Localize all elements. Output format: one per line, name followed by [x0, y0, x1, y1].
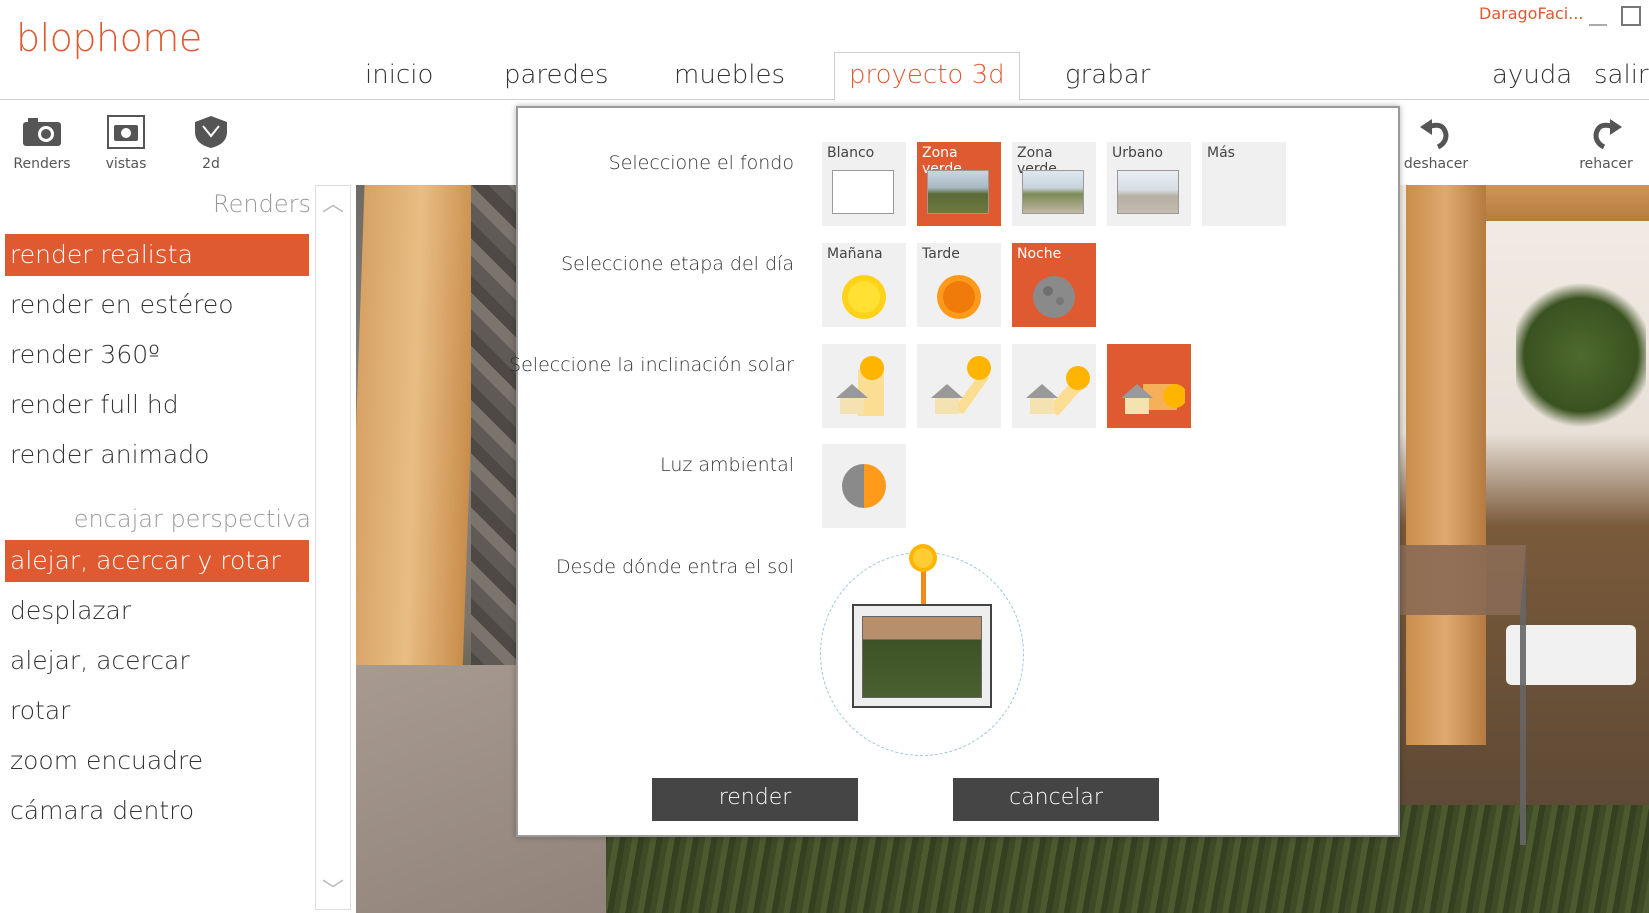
- tab-paredes[interactable]: paredes: [504, 60, 609, 90]
- cancel-button[interactable]: cancelar: [953, 778, 1159, 821]
- house-sun-mid-icon: [931, 356, 991, 414]
- undo-button[interactable]: deshacer: [1396, 112, 1476, 172]
- fondo-label: Seleccione el fondo: [608, 152, 794, 174]
- half-moon-half-sun-icon: [842, 464, 886, 508]
- luz-ambiental-label: Luz ambiental: [660, 454, 794, 476]
- maximize-button[interactable]: [1621, 6, 1641, 26]
- fondo-option-zona-verde-1[interactable]: Zona verde: [917, 142, 1001, 226]
- list-item[interactable]: render en estéreo: [0, 284, 315, 334]
- etapa-option-manana[interactable]: Mañana: [822, 243, 906, 327]
- green-zone-path-thumb: [1022, 170, 1084, 214]
- camera-icon: [2, 112, 82, 152]
- sun-handle-icon[interactable]: [907, 542, 939, 574]
- 2d-button[interactable]: 2d: [171, 112, 251, 172]
- plan-thumbnail: [862, 616, 982, 698]
- minimize-button[interactable]: [1589, 12, 1607, 26]
- wooden-door: [356, 185, 480, 675]
- list-item[interactable]: cámara dentro: [0, 790, 315, 840]
- tab-salir[interactable]: salir: [1594, 60, 1649, 90]
- house-sun-low-icon: [1026, 366, 1090, 416]
- green-zone-thumb: [927, 170, 989, 214]
- chevron-up-icon[interactable]: ︿: [322, 186, 344, 218]
- house-sun-high-icon: [836, 356, 884, 416]
- list-item[interactable]: render 360º: [0, 334, 315, 384]
- plant: [1516, 275, 1646, 435]
- list-item[interactable]: desplazar: [0, 590, 315, 640]
- renders-list: render realista render en estéreo render…: [0, 234, 315, 484]
- vistas-button[interactable]: vistas: [86, 112, 166, 172]
- chevron-down-icon[interactable]: ﹀: [322, 873, 344, 905]
- perspective-section-title: encajar perspectiva: [73, 505, 311, 533]
- render-button[interactable]: render: [652, 778, 858, 821]
- undo-icon: [1396, 112, 1476, 152]
- fondo-option-zona-verde-2[interactable]: Zona verde: [1012, 142, 1096, 226]
- moon-icon: [1033, 276, 1075, 318]
- house-plan-preview: [852, 604, 992, 708]
- photo-camera-icon: [86, 112, 166, 152]
- fondo-option-urbano[interactable]: Urbano: [1107, 142, 1191, 226]
- inclinacion-option-3[interactable]: [1012, 344, 1096, 428]
- etapa-option-noche[interactable]: Noche: [1012, 243, 1096, 327]
- inclinacion-option-4[interactable]: [1107, 344, 1191, 428]
- list-item[interactable]: zoom encuadre: [0, 740, 315, 790]
- list-item[interactable]: rotar: [0, 690, 315, 740]
- etapa-option-tarde[interactable]: Tarde: [917, 243, 1001, 327]
- list-item[interactable]: render realista: [5, 234, 309, 276]
- sun-icon: [842, 275, 886, 319]
- tab-ayuda[interactable]: ayuda: [1492, 60, 1572, 90]
- tab-grabar[interactable]: grabar: [1065, 60, 1150, 90]
- render-dialog: Seleccione el fondo Blanco Zona verde Zo…: [509, 106, 1400, 837]
- renders-button[interactable]: Renders: [2, 112, 82, 172]
- plan-shield-icon: [171, 112, 251, 152]
- redo-icon: [1566, 112, 1646, 152]
- fondo-option-mas[interactable]: Más: [1202, 142, 1286, 226]
- inclinacion-option-2[interactable]: [917, 344, 1001, 428]
- list-item[interactable]: render animado: [0, 434, 315, 484]
- tab-inicio[interactable]: inicio: [365, 60, 433, 90]
- urban-thumb: [1117, 170, 1179, 214]
- tab-proyecto-3d[interactable]: proyecto 3d: [834, 52, 1020, 101]
- user-name[interactable]: DaragoFaci...: [1479, 4, 1584, 23]
- house-sun-horizon-icon: [1121, 384, 1185, 414]
- fondo-option-blanco[interactable]: Blanco: [822, 142, 906, 226]
- renders-section-title: Renders: [213, 190, 311, 218]
- main-nav: inicio paredes muebles proyecto 3d graba…: [0, 52, 1649, 101]
- tab-muebles[interactable]: muebles: [674, 60, 785, 90]
- evening-sun-icon: [937, 275, 981, 319]
- sol-direction-label: Desde dónde entra el sol: [555, 556, 794, 578]
- white-background-thumb: [832, 170, 894, 214]
- sidebar-scrollbar[interactable]: ︿ ﹀: [315, 185, 351, 910]
- etapa-label: Seleccione etapa del día: [561, 253, 794, 275]
- perspective-list: alejar, acercar y rotar desplazar alejar…: [0, 540, 315, 840]
- inclinacion-label: Seleccione la inclinación solar: [509, 354, 794, 376]
- inclinacion-option-1[interactable]: [822, 344, 906, 428]
- redo-button[interactable]: rehacer: [1566, 112, 1646, 172]
- luz-ambiental-option[interactable]: [822, 444, 906, 528]
- list-item[interactable]: alejar, acercar y rotar: [5, 540, 309, 582]
- list-item[interactable]: alejar, acercar: [0, 640, 315, 690]
- list-item[interactable]: render full hd: [0, 384, 315, 434]
